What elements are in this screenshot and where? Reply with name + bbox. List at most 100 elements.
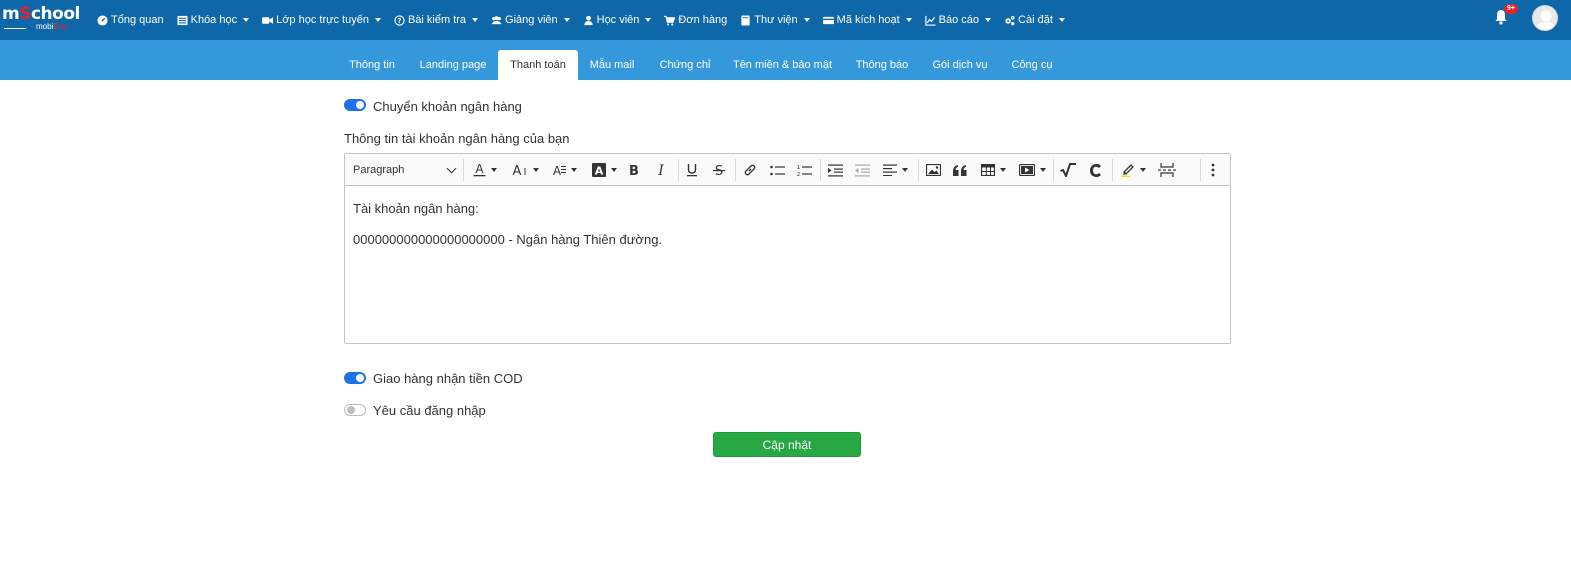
svg-text:2: 2 <box>797 172 800 177</box>
underline-button[interactable] <box>682 159 702 181</box>
bold-button[interactable]: B <box>624 159 644 181</box>
font-size-button[interactable]: AI <box>509 159 541 181</box>
paragraph-format-select[interactable]: Paragraph <box>353 159 457 181</box>
tab-payment[interactable]: Thanh toán <box>498 50 578 80</box>
caret-down-icon <box>1139 168 1146 172</box>
caret-down-icon <box>472 18 479 22</box>
italic-button[interactable]: I <box>651 159 671 181</box>
svg-text:A: A <box>594 165 603 178</box>
table-icon <box>980 164 995 176</box>
tab-domain-security[interactable]: Tên miền & bảo mật <box>726 50 839 80</box>
decrease-indent-button[interactable] <box>851 159 873 181</box>
tab-notifications[interactable]: Thông báo <box>847 50 917 80</box>
list-icon <box>177 15 188 25</box>
strikethrough-button[interactable]: S <box>709 159 729 181</box>
page-break-icon <box>1158 163 1176 177</box>
nav-item-library[interactable]: Thư viện <box>740 14 810 26</box>
vertical-ellipsis-icon <box>1211 163 1215 177</box>
svg-text:I: I <box>524 167 527 177</box>
nav-item-orders[interactable]: Đơn hàng <box>664 14 727 26</box>
bulleted-list-icon <box>769 165 785 175</box>
update-button[interactable]: Cập nhật <box>713 432 861 457</box>
text-align-button[interactable] <box>878 159 912 181</box>
numbered-list-button[interactable]: 12 <box>793 159 815 181</box>
bank-transfer-toggle[interactable] <box>344 99 366 111</box>
bold-icon: B <box>629 164 639 177</box>
tab-certificate[interactable]: Chứng chỉ <box>650 50 720 80</box>
top-navbar: mSchool mobiEdu Tổng quan Khóa học Lớp h… <box>0 0 1571 40</box>
book-icon <box>741 14 750 26</box>
nav-item-overview[interactable]: Tổng quan <box>97 14 164 26</box>
toolbar-separator <box>1200 159 1201 181</box>
user-avatar[interactable] <box>1532 5 1558 31</box>
insert-table-button[interactable] <box>977 159 1009 181</box>
tab-info[interactable]: Thông tin <box>338 50 406 80</box>
notification-badge: 9+ <box>1504 4 1518 14</box>
insert-image-button[interactable] <box>922 159 944 181</box>
svg-text:B: B <box>629 164 639 177</box>
tab-tools[interactable]: Công cụ <box>1004 50 1060 80</box>
indent-icon <box>827 164 843 176</box>
nav-item-students[interactable]: Học viên <box>583 14 652 26</box>
video-camera-icon <box>262 16 274 24</box>
cod-toggle[interactable] <box>344 372 366 384</box>
more-tools-button[interactable] <box>1205 159 1221 181</box>
font-family-button[interactable]: A <box>549 159 579 181</box>
editor-content[interactable]: Tài khoản ngân hàng: 0000000000000000000… <box>353 202 662 264</box>
nav-item-teachers[interactable]: Giảng viên <box>491 14 570 26</box>
nav-item-activation-codes[interactable]: Mã kích hoạt <box>822 14 912 26</box>
caret-down-icon <box>985 18 992 22</box>
highlight-button[interactable] <box>1116 159 1150 181</box>
nav-item-label: Mã kích hoạt <box>836 14 900 26</box>
page-break-button[interactable] <box>1155 159 1179 181</box>
editor-toolbar: Paragraph A AI A A B I S 1 2 <box>345 154 1230 186</box>
nav-item-reports[interactable]: Báo cáo <box>924 14 992 26</box>
font-size-icon: AI <box>513 164 527 177</box>
increase-indent-button[interactable] <box>824 159 846 181</box>
chevron-down-icon <box>446 163 457 173</box>
nav-item-tests[interactable]: ? Bài kiểm tra <box>394 14 479 26</box>
tab-service-plan[interactable]: Gói dịch vụ <box>925 50 995 80</box>
link-button[interactable] <box>740 159 760 181</box>
nav-item-label: Đơn hàng <box>678 14 728 26</box>
bank-transfer-label: Chuyển khoản ngân hàng <box>373 99 522 114</box>
block-quote-button[interactable] <box>949 159 971 181</box>
font-family-icon: A <box>553 164 566 177</box>
caret-down-icon <box>243 18 250 22</box>
background-color-button[interactable]: A <box>589 159 619 181</box>
math-equation-button[interactable] <box>1057 159 1079 181</box>
nav-item-label: Bài kiểm tra <box>407 14 467 26</box>
strikethrough-icon: S <box>713 164 725 177</box>
caret-down-icon <box>901 168 908 172</box>
tab-landing-page[interactable]: Landing page <box>412 50 494 80</box>
background-color-icon: A <box>591 163 606 178</box>
cogs-icon <box>1005 15 1015 25</box>
toolbar-separator <box>820 159 821 181</box>
font-color-button[interactable]: A <box>471 159 499 181</box>
nav-item-label: Khóa học <box>190 14 238 26</box>
line-chart-icon <box>924 15 936 26</box>
require-login-toggle[interactable] <box>344 404 366 416</box>
nav-item-courses[interactable]: Khóa học <box>177 14 250 26</box>
svg-text:A: A <box>553 164 562 177</box>
svg-text:I: I <box>657 163 664 177</box>
dashboard-icon <box>97 14 108 26</box>
brand-logo[interactable]: mSchool mobiEdu <box>2 4 82 34</box>
nav-item-label: Cài đặt <box>1018 14 1053 26</box>
main-menu: Tổng quan Khóa học Lớp học trực tuyến ? … <box>97 0 1078 40</box>
nav-item-settings[interactable]: Cài đặt <box>1004 14 1065 26</box>
italic-icon: I <box>657 163 664 177</box>
tab-mail-template[interactable]: Mẫu mail <box>582 50 642 80</box>
insert-media-button[interactable] <box>1015 159 1049 181</box>
nav-item-online-classes[interactable]: Lớp học trực tuyến <box>262 14 381 26</box>
numbered-list-icon: 12 <box>797 165 812 177</box>
underline-icon <box>687 164 697 177</box>
chemistry-button[interactable] <box>1085 159 1107 181</box>
logo-underline <box>4 28 26 29</box>
square-root-icon <box>1060 163 1076 177</box>
paragraph-format-value: Paragraph <box>353 164 405 176</box>
bulleted-list-button[interactable] <box>766 159 788 181</box>
svg-text:1: 1 <box>797 165 800 171</box>
avatar-placeholder-icon <box>1536 10 1556 30</box>
caret-down-icon <box>1058 18 1065 22</box>
